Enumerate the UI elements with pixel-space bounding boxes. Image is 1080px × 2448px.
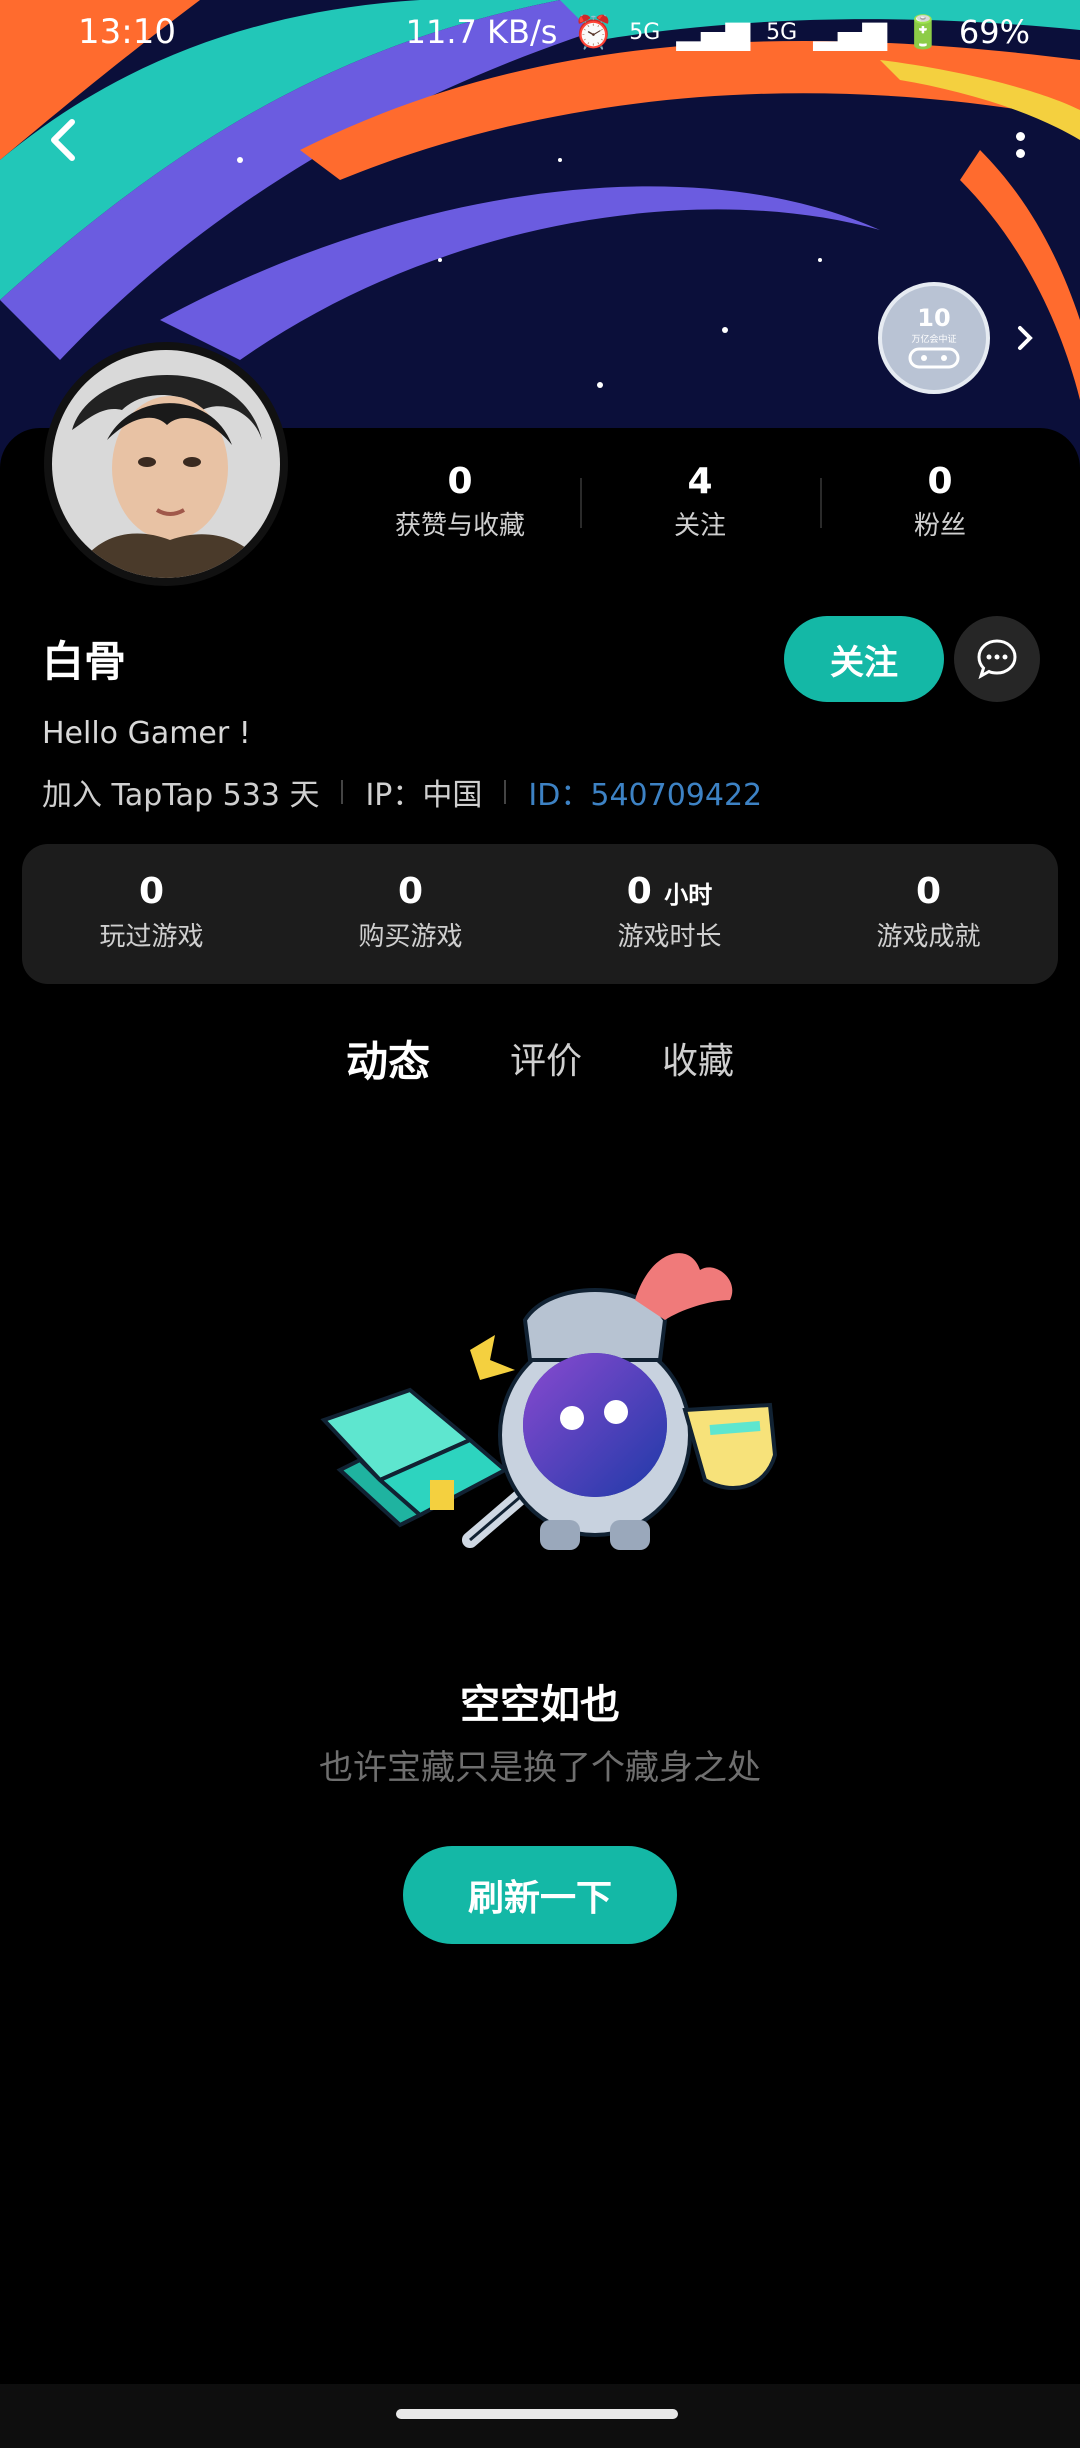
count-value: 4 [687,461,713,502]
avatar[interactable] [44,342,288,586]
stat-value: 0 [138,871,165,912]
empty-state-illustration [320,1240,790,1580]
status-bar: 13:10 11.7 KB/s ⏰ 5G ▂▄▆ 5G ▂▄▆ 🔋 69% [0,0,1080,64]
more-dot-icon [1015,132,1025,141]
knight-robot-treasure-icon [320,1253,778,1550]
more-dot-icon [1015,149,1025,158]
stat-value: 0 小时 [626,871,713,912]
stat-value: 0 [397,871,424,912]
network-type-2: 5G [766,19,798,45]
count-likes[interactable]: 0 获赞与收藏 [340,458,580,548]
chevron-right-icon [1018,326,1033,350]
count-value: 0 [447,461,473,502]
count-following[interactable]: 4 关注 [580,458,820,548]
signal-icon-2: ▂▄▆ [813,13,888,51]
count-value: 0 [927,461,953,502]
alarm-icon: ⏰ [573,13,614,51]
user-bio: Hello Gamer ! [42,716,251,751]
more-options-button[interactable] [1000,115,1040,175]
user-id-link[interactable]: ID：540709422 [528,770,762,814]
badge-chevron-button[interactable] [1010,318,1040,358]
home-indicator[interactable] [396,2409,678,2419]
user-name: 白骨 [42,637,127,686]
follow-button[interactable]: 关注 [784,616,944,702]
tab-posts[interactable]: 动态 [346,1030,430,1100]
profile-counts: 0 获赞与收藏 4 关注 0 粉丝 [340,458,1060,548]
stat-label: 游戏时长 [617,922,722,952]
battery-icon: 🔋 [903,13,943,51]
tab-favorites[interactable]: 收藏 [662,1030,734,1100]
profile-tabs: 动态 评价 收藏 [0,1030,1080,1100]
stat-play-time[interactable]: 0 小时 游戏时长 [540,844,799,984]
stat-purchased-games[interactable]: 0 购买游戏 [281,844,540,984]
meta-divider [504,780,507,804]
net-speed: 11.7 KB/s [405,13,558,51]
network-type-1: 5G [629,19,661,45]
battery-level: 69% [958,13,1030,51]
refresh-button[interactable]: 刷新一下 [403,1846,677,1944]
empty-state-title: 空空如也 [460,1682,620,1728]
stat-label: 购买游戏 [358,922,463,952]
stat-played-games[interactable]: 0 玩过游戏 [22,844,281,984]
count-followers[interactable]: 0 粉丝 [820,458,1060,548]
avatar-portrait-icon [52,350,280,578]
badge-number: 10 [917,303,951,332]
gamepad-icon [908,347,960,368]
meta-divider [341,780,344,804]
stat-label: 玩过游戏 [99,922,204,952]
stat-achievements[interactable]: 0 游戏成就 [799,844,1058,984]
user-meta: 加入 TapTap 533 天 IP：中国 ID：540709422 [42,770,762,814]
ip-location: IP：中国 [365,778,483,813]
signal-icon: ▂▄▆ [676,13,751,51]
level-badge[interactable]: 10 万亿会中证 [878,282,990,394]
count-label: 粉丝 [913,511,966,541]
count-label: 获赞与收藏 [394,511,525,541]
count-label: 关注 [673,511,726,541]
stat-value: 0 [915,871,942,912]
tab-reviews[interactable]: 评价 [510,1030,582,1100]
message-button[interactable] [954,616,1040,702]
badge-caption: 万亿会中证 [911,334,957,345]
empty-state-subtitle: 也许宝藏只是换了个藏身之处 [319,1748,761,1788]
back-button[interactable] [40,110,90,170]
chevron-left-icon [51,119,75,161]
status-time: 13:10 [78,12,176,52]
stat-label: 游戏成就 [876,922,981,952]
chat-bubble-icon [977,639,1017,680]
status-icons: 11.7 KB/s ⏰ 5G ▂▄▆ 5G ▂▄▆ 🔋 69% [406,13,1030,51]
game-stats-card: 0 玩过游戏 0 购买游戏 0 小时 游戏时长 0 游戏成就 [22,844,1058,984]
joined-days: 加入 TapTap 533 天 [42,778,320,813]
